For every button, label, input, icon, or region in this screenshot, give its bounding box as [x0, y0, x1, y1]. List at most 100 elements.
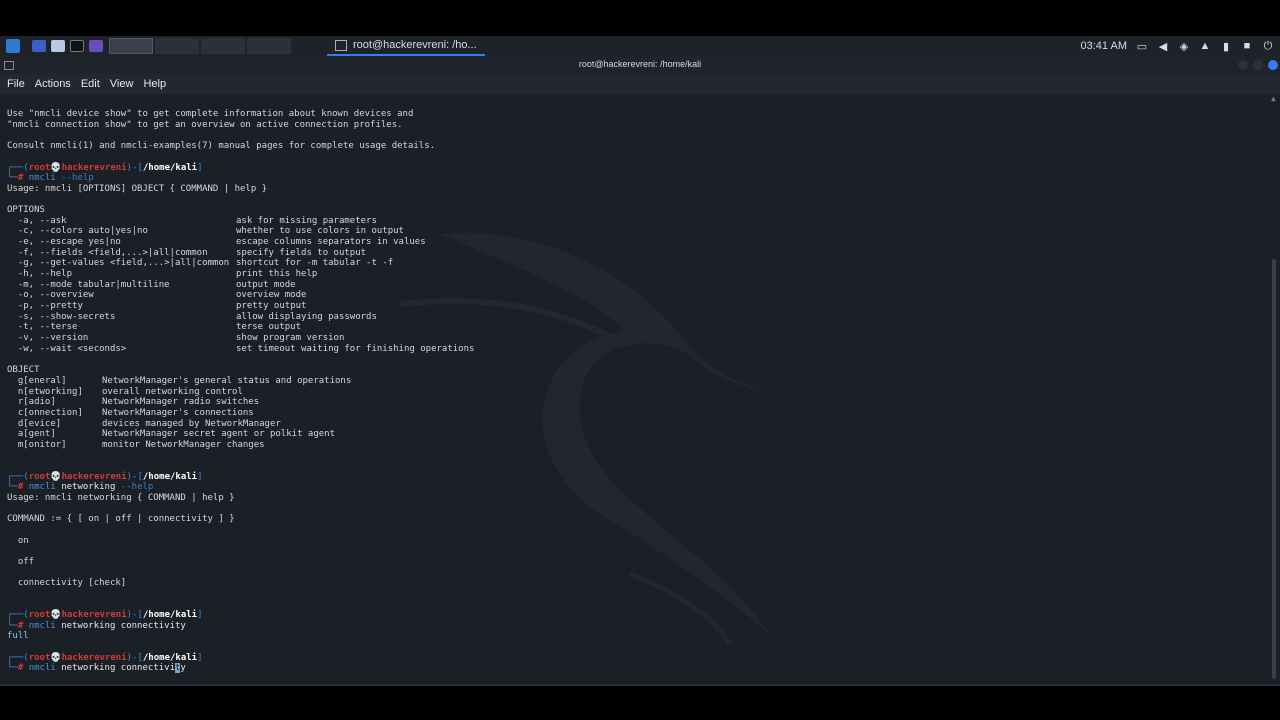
- option-desc: print this help: [236, 269, 318, 279]
- workspace-1[interactable]: [109, 38, 153, 54]
- object-desc: devices managed by NetworkManager: [102, 419, 281, 429]
- option-desc: show program version: [236, 333, 345, 343]
- menu-edit[interactable]: Edit: [81, 78, 100, 90]
- terminal-task-icon: [335, 39, 347, 51]
- window-titlebar[interactable]: root@hackerevreni: /home/kali: [0, 56, 1280, 74]
- object-desc: NetworkManager's general status and oper…: [102, 376, 352, 386]
- window-title: root@hackerevreni: /home/kali: [578, 59, 702, 69]
- shell-command: └─# nmcli networking --help: [7, 482, 154, 492]
- option-desc: escape columns separators in values: [236, 237, 426, 247]
- terminal-line: Usage: nmcli [OPTIONS] OBJECT { COMMAND …: [7, 184, 268, 194]
- network-icon[interactable]: ◈: [1178, 40, 1190, 53]
- shell-prompt: ┌──(root💀hackerevreni)-[/home/kali]: [7, 653, 203, 663]
- option-desc: output mode: [236, 280, 296, 290]
- option-desc: specify fields to output: [236, 248, 367, 258]
- option-flag: -p, --pretty: [7, 301, 83, 311]
- option-flag: -v, --version: [7, 333, 89, 343]
- object-desc: overall networking control: [102, 387, 243, 397]
- terminal-line: off: [7, 557, 35, 567]
- option-flag: -e, --escape yes|no: [7, 237, 121, 247]
- file-manager-launcher-icon[interactable]: [51, 40, 65, 52]
- option-flag: -g, --get-values <field,...>|all|common: [7, 258, 230, 268]
- scrollbar-thumb[interactable]: [1272, 259, 1276, 679]
- option-flag: -h, --help: [7, 269, 73, 279]
- taskbar: root@hackerevreni: /ho... 03:41 AM ▭ ◀ ◈…: [0, 36, 1280, 56]
- shell-command: └─# nmcli --help: [7, 173, 94, 183]
- terminal-output[interactable]: Use "nmcli device show" to get complete …: [0, 94, 1269, 684]
- desktop-launcher-icon[interactable]: [32, 40, 46, 52]
- browser-launcher-icon[interactable]: [89, 40, 103, 52]
- clock[interactable]: 03:41 AM: [1081, 40, 1127, 52]
- screen-top-letterbox: [0, 0, 1280, 36]
- menu-help[interactable]: Help: [143, 78, 166, 90]
- shell-prompt: ┌──(root💀hackerevreni)-[/home/kali]: [7, 610, 203, 620]
- workspace-3[interactable]: [201, 38, 245, 54]
- object-name: g[eneral]: [7, 376, 67, 386]
- terminal-line: Consult nmcli(1) and nmcli-examples(7) m…: [7, 141, 436, 151]
- object-name: a[gent]: [7, 429, 56, 439]
- system-tray: 03:41 AM ▭ ◀ ◈ ▲ ▮ ■ ⏻: [1081, 40, 1280, 53]
- option-desc: whether to use colors in output: [236, 226, 404, 236]
- object-name: m[onitor]: [7, 440, 67, 450]
- terminal-line: connectivity [check]: [7, 578, 127, 588]
- option-desc: overview mode: [236, 290, 307, 300]
- option-flag: -w, --wait <seconds>: [7, 344, 127, 354]
- window-bottom-border: [0, 684, 1280, 686]
- option-flag: -t, --terse: [7, 322, 78, 332]
- terminal-line: OPTIONS: [7, 205, 45, 215]
- menu-file[interactable]: File: [7, 78, 25, 90]
- object-name: c[onnection]: [7, 408, 83, 418]
- workspace-2[interactable]: [155, 38, 199, 54]
- shell-prompt: ┌──(root💀hackerevreni)-[/home/kali]: [7, 472, 203, 482]
- screen-bottom-letterbox: [0, 684, 1280, 720]
- object-desc: NetworkManager secret agent or polkit ag…: [102, 429, 335, 439]
- option-desc: set timeout waiting for finishing operat…: [236, 344, 475, 354]
- lock-icon[interactable]: ■: [1241, 40, 1253, 52]
- shell-command: └─# nmcli networking connectivity: [7, 621, 186, 631]
- kali-menu-icon[interactable]: [6, 39, 20, 53]
- option-flag: -o, --overview: [7, 290, 94, 300]
- menu-view[interactable]: View: [110, 78, 134, 90]
- object-desc: monitor NetworkManager changes: [102, 440, 265, 450]
- object-desc: NetworkManager radio switches: [102, 397, 260, 407]
- command-result: full: [7, 631, 29, 641]
- option-flag: -f, --fields <field,...>|all|common: [7, 248, 208, 258]
- power-icon[interactable]: ⏻: [1262, 40, 1274, 52]
- option-flag: -s, --show-secrets: [7, 312, 116, 322]
- maximize-button[interactable]: [1253, 60, 1263, 70]
- object-desc: NetworkManager's connections: [102, 408, 254, 418]
- close-button[interactable]: [1268, 60, 1278, 70]
- option-desc: pretty output: [236, 301, 307, 311]
- object-name: n[etworking]: [7, 387, 83, 397]
- option-flag: -a, --ask: [7, 216, 67, 226]
- terminal-launcher-icon[interactable]: [70, 40, 84, 52]
- menu-actions[interactable]: Actions: [35, 78, 71, 90]
- terminal-line: OBJECT: [7, 365, 40, 375]
- terminal-line: Use "nmcli device show" to get complete …: [7, 109, 414, 119]
- terminal-line: on: [7, 536, 29, 546]
- option-desc: terse output: [236, 322, 302, 332]
- option-desc: allow displaying passwords: [236, 312, 377, 322]
- terminal-line: Usage: nmcli networking { COMMAND | help…: [7, 493, 235, 503]
- terminal-line: "nmcli connection show" to get an overvi…: [7, 120, 403, 130]
- terminal-line: COMMAND := { [ on | off | connectivity ]…: [7, 514, 235, 524]
- shell-command-current[interactable]: └─# nmcli networking connectivity: [7, 663, 186, 673]
- option-flag: -m, --mode tabular|multiline: [7, 280, 170, 290]
- taskbar-terminal-task[interactable]: root@hackerevreni: /ho...: [327, 36, 485, 56]
- battery-icon[interactable]: ▮: [1220, 40, 1232, 53]
- notification-bell-icon[interactable]: ▲: [1199, 40, 1211, 52]
- object-name: r[adio]: [7, 397, 56, 407]
- object-name: d[evice]: [7, 419, 62, 429]
- volume-icon[interactable]: ◀: [1157, 40, 1169, 53]
- scroll-up-arrow-icon[interactable]: ▲: [1271, 94, 1276, 103]
- display-icon[interactable]: ▭: [1136, 40, 1148, 53]
- workspace-4[interactable]: [247, 38, 291, 54]
- terminal-scrollbar[interactable]: ▲: [1269, 94, 1280, 684]
- menubar: File Actions Edit View Help: [0, 74, 1280, 94]
- kali-dragon-watermark: [399, 232, 775, 646]
- option-desc: shortcut for -m tabular -t -f: [236, 258, 394, 268]
- shell-prompt: ┌──(root💀hackerevreni)-[/home/kali]: [7, 163, 203, 173]
- minimize-button[interactable]: [1238, 60, 1248, 70]
- option-desc: ask for missing parameters: [236, 216, 377, 226]
- option-flag: -c, --colors auto|yes|no: [7, 226, 148, 236]
